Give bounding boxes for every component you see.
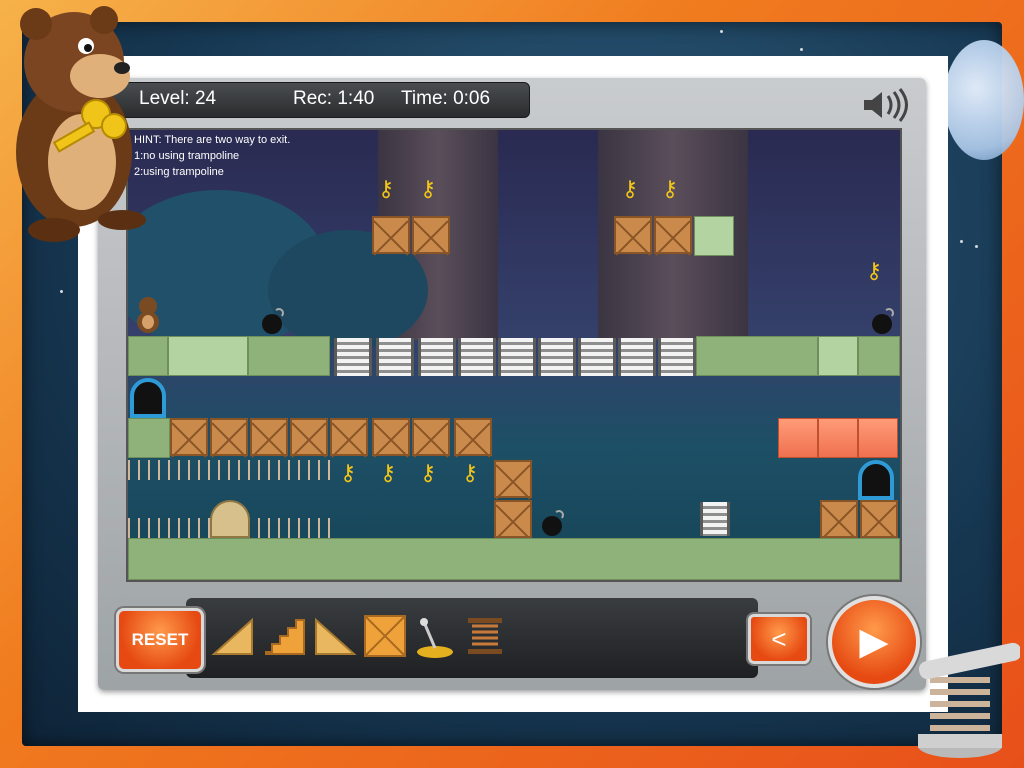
grass-block: [694, 216, 734, 256]
spring: [658, 338, 696, 376]
hud-bar: Level: 24 Rec: 1:40 Time: 0:06: [110, 82, 530, 118]
lever-icon[interactable]: [412, 614, 458, 658]
star: [800, 48, 803, 51]
key-icon: ⚷: [866, 258, 883, 283]
exit-door: [858, 460, 894, 500]
key-icon: ⚷: [420, 460, 437, 485]
spring: [498, 338, 536, 376]
level-playfield[interactable]: HINT: There are two way to exit. 1:no us…: [126, 128, 902, 582]
reset-button[interactable]: RESET: [116, 608, 204, 672]
key-icon: ⚷: [380, 460, 397, 485]
crate-icon[interactable]: [362, 614, 408, 658]
crate: [250, 418, 288, 456]
crate: [494, 460, 532, 498]
crate: [820, 500, 858, 538]
star: [960, 240, 963, 243]
grass-block: [818, 336, 858, 376]
star: [720, 30, 723, 33]
triangle-ramp-reverse-icon[interactable]: [312, 614, 358, 658]
pink-block: [818, 418, 858, 458]
crate: [372, 216, 410, 254]
grass-block: [696, 336, 818, 376]
moon: [944, 40, 1024, 160]
hint-line: 1:no using trampoline: [134, 150, 240, 162]
bomb-icon: [872, 308, 894, 334]
crate: [614, 216, 652, 254]
crate: [494, 500, 532, 538]
star: [60, 290, 63, 293]
spring-decoration-icon: [918, 642, 1020, 758]
spring: [538, 338, 576, 376]
key-icon: ⚷: [420, 176, 437, 201]
record-label: Rec: 1:40: [293, 88, 375, 109]
spring: [700, 502, 730, 536]
hut: [210, 500, 250, 538]
spring: [578, 338, 616, 376]
crate: [290, 418, 328, 456]
grass-block: [128, 418, 170, 458]
crate: [210, 418, 248, 456]
entry-door: [130, 378, 166, 418]
sound-toggle-icon[interactable]: [858, 86, 916, 124]
hint-text: HINT: There are two way to exit. 1:no us…: [134, 132, 290, 180]
stairs-ramp-icon[interactable]: [262, 614, 308, 658]
crate: [412, 418, 450, 456]
crate: [654, 216, 692, 254]
crate: [454, 418, 492, 456]
grass-block: [858, 336, 900, 376]
grass-block: [128, 336, 168, 376]
bomb-icon: [542, 510, 564, 536]
star: [975, 245, 978, 248]
crate: [170, 418, 208, 456]
spring: [334, 338, 372, 376]
spring: [418, 338, 456, 376]
spikes-hazard: [128, 460, 332, 480]
pink-block: [778, 418, 818, 458]
crate: [860, 500, 898, 538]
ground: [128, 538, 900, 580]
grass-block: [248, 336, 330, 376]
spring: [618, 338, 656, 376]
crate: [412, 216, 450, 254]
crate: [372, 418, 410, 456]
key-icon: ⚷: [378, 176, 395, 201]
key-icon: ⚷: [462, 460, 479, 485]
back-button[interactable]: <: [748, 614, 810, 664]
bear-player-icon: [137, 297, 159, 333]
toolbar: RESET < ▶: [108, 594, 920, 688]
hint-line: 2:using trampoline: [134, 166, 224, 178]
crate: [330, 418, 368, 456]
bomb-icon: [262, 308, 284, 334]
key-icon: ⚷: [662, 176, 679, 201]
time-label: Time: 0:06: [401, 88, 491, 109]
spring: [458, 338, 496, 376]
spring-icon[interactable]: [462, 614, 508, 658]
key-icon: ⚷: [340, 460, 357, 485]
triangle-ramp-icon[interactable]: [210, 614, 256, 658]
grass-block: [168, 336, 248, 376]
bear-mascot-icon: [16, 6, 146, 242]
key-icon: ⚷: [622, 176, 639, 201]
pink-block: [858, 418, 898, 458]
spring: [376, 338, 414, 376]
hint-line: HINT: There are two way to exit.: [134, 134, 291, 146]
